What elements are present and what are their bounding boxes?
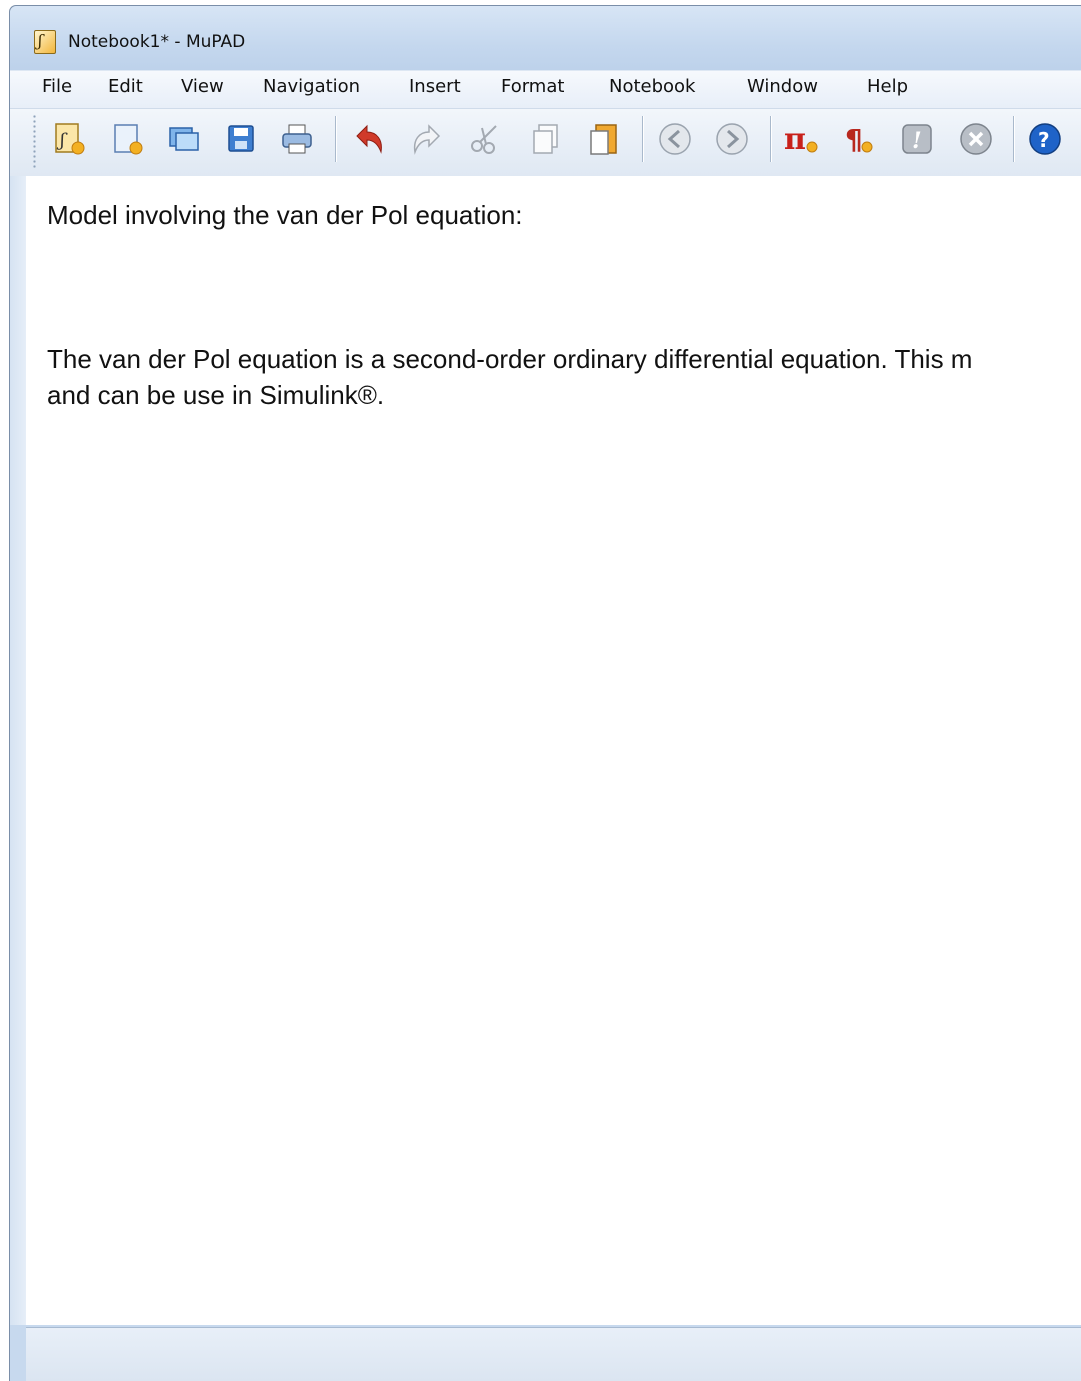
insert-text-paragraph-icon[interactable]: ¶	[840, 120, 878, 158]
help-icon[interactable]: ?	[1026, 120, 1064, 158]
menu-insert[interactable]: Insert	[409, 76, 461, 97]
menu-help[interactable]: Help	[867, 76, 908, 97]
text-paragraph[interactable]: The van der Pol equation is a second-ord…	[47, 341, 972, 377]
cut-icon[interactable]	[466, 120, 504, 158]
save-icon[interactable]	[222, 120, 260, 158]
toolbar-separator	[335, 116, 336, 162]
redo-icon[interactable]	[408, 120, 446, 158]
menu-window[interactable]: Window	[747, 76, 818, 97]
print-icon[interactable]	[279, 120, 317, 158]
window-title: Notebook1* - MuPAD	[68, 32, 246, 52]
menu-view[interactable]: View	[181, 76, 224, 97]
svg-text:!: !	[912, 128, 922, 154]
text-paragraph[interactable]: Model involving the van der Pol equation…	[47, 197, 523, 233]
undo-icon[interactable]	[350, 120, 388, 158]
content-gutter	[10, 176, 26, 1325]
toolbar-separator	[770, 116, 771, 162]
new-notebook-icon[interactable]: ʃ	[50, 120, 88, 158]
menu-file[interactable]: File	[42, 76, 72, 97]
status-bar	[26, 1327, 1081, 1381]
menu-edit[interactable]: Edit	[108, 76, 143, 97]
toolbar-separator	[1013, 116, 1014, 162]
menu-format[interactable]: Format	[501, 76, 564, 97]
svg-text:π: π	[784, 122, 806, 157]
menu-navigation[interactable]: Navigation	[263, 76, 360, 97]
stop-evaluation-icon[interactable]	[957, 120, 995, 158]
toolbar-separator	[642, 116, 643, 162]
forward-icon[interactable]	[713, 120, 751, 158]
new-editor-icon[interactable]	[108, 120, 146, 158]
svg-text:?: ?	[1038, 128, 1050, 152]
copy-icon[interactable]	[527, 120, 565, 158]
svg-text:¶: ¶	[845, 123, 863, 156]
toolbar-grip[interactable]	[32, 114, 37, 168]
insert-calculation-icon[interactable]: π	[782, 120, 820, 158]
text-paragraph[interactable]: and can be use in Simulink®.	[47, 377, 384, 413]
back-icon[interactable]	[656, 120, 694, 158]
open-icon[interactable]	[164, 120, 202, 158]
evaluate-icon[interactable]: !	[898, 120, 936, 158]
mupad-notebook-icon: ʃ	[34, 30, 56, 54]
paste-icon[interactable]	[584, 120, 622, 158]
menu-notebook[interactable]: Notebook	[609, 76, 695, 97]
